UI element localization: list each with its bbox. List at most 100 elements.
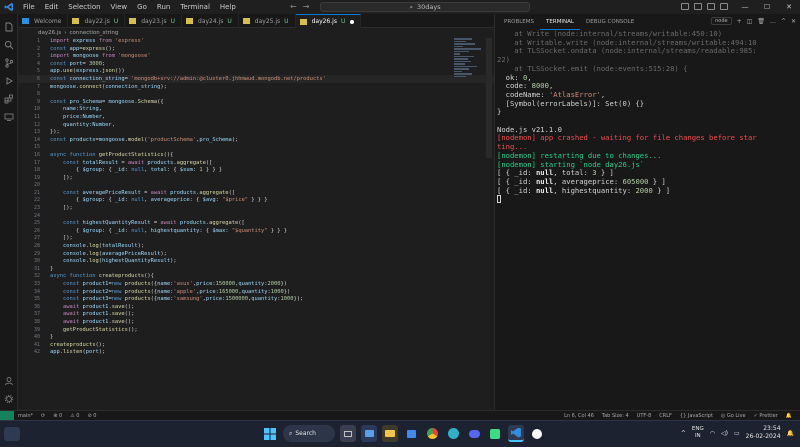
cursor-position[interactable]: Ln 6, Col 46 [560,413,598,419]
toggle-sidebar-icon[interactable] [681,3,689,10]
start-windows-icon[interactable] [262,425,278,442]
editor-scrollbar[interactable] [486,38,492,158]
extensions-icon[interactable] [4,94,14,104]
remote-explorer-icon[interactable] [4,112,14,122]
battery-icon[interactable]: ▭ [734,430,740,437]
breadcrumb-file[interactable]: day26.js [38,30,61,36]
new-terminal-icon[interactable]: + [737,18,742,25]
close-panel-icon[interactable]: ✕ [791,18,796,25]
menu-item-go[interactable]: Go [132,3,152,11]
breadcrumb-symbol[interactable]: connection_string [69,30,118,36]
menu-item-file[interactable]: File [18,3,40,11]
kill-terminal-icon[interactable]: 🗑 [757,18,765,25]
photos-app-icon[interactable] [361,425,377,442]
vscode-taskbar-icon[interactable] [508,425,524,442]
clock[interactable]: 23:54 26-02-2024 [746,425,781,441]
menu-item-view[interactable]: View [106,3,133,11]
indentation[interactable]: Tab Size: 4 [598,413,633,419]
code-token: save [111,303,125,310]
input-language[interactable]: ENG IN [692,426,704,440]
taskbar-search[interactable]: ⌕ Search [283,425,335,442]
line-number: 16 [33,151,40,158]
wifi-icon[interactable]: ◠ [710,430,715,437]
notifications-bell-icon[interactable]: 🔔 [782,413,796,419]
terminal-profile-selector[interactable]: node [711,17,732,25]
panel-tab-terminal[interactable]: TERMINAL [540,14,580,30]
run-debug-icon[interactable] [4,76,14,86]
discord-icon[interactable] [466,425,482,442]
tab-welcome[interactable]: Welcome [18,14,69,28]
split-terminal-icon[interactable]: ◫ [747,18,753,25]
close-icon[interactable]: ✕ [778,3,800,11]
tab-day22-js[interactable]: day22.js U [68,14,126,28]
maximize-panel-icon[interactable]: ^ [781,18,786,25]
code-token: null [131,197,145,204]
end-of-line[interactable]: CRLF [655,413,676,419]
code-editor[interactable]: 1 2 3 4 5 6 7 8 9 10 11 12 13 14 15 16 17 18 19 20 21 22 23 24 2… [18,38,494,410]
maximize-icon[interactable]: ☐ [756,3,778,11]
terminal-output[interactable]: at Write (node:internal/streams/writable… [497,30,797,410]
terminal-token: null [535,176,554,186]
untracked-badge: U [113,17,119,25]
manage-gear-icon[interactable] [4,394,14,404]
warnings-count[interactable]: ⚠ 0 [66,413,83,419]
go-live-button[interactable]: ◎ Go Live [717,413,750,419]
code-token: 'apple' [173,288,197,295]
microsoft-store-icon[interactable] [403,425,419,442]
menu-item-run[interactable]: Run [152,3,175,11]
android-studio-icon[interactable] [487,425,503,442]
errors-count[interactable]: ⊗ 0 [49,413,66,419]
unsaved-dot-icon[interactable] [350,19,355,24]
menu-item-terminal[interactable]: Terminal [175,3,215,11]
task-view-icon[interactable] [340,425,356,442]
code-line: mongoose.connect(connection_string); [50,84,326,92]
line-number: 9 [36,98,40,105]
tab-day23-js[interactable]: day23.js U [125,14,183,28]
edge-icon[interactable] [445,425,461,442]
menu-item-selection[interactable]: Selection [63,3,105,11]
sync-icon[interactable]: ⟳ [37,413,49,419]
tab-day26-js[interactable]: day26.js U [295,14,362,28]
ports-count[interactable]: ⊘ 0 [83,413,100,419]
notification-icon[interactable]: 🔔 [787,430,794,437]
code-token: async [50,273,70,280]
panel-tab-debug-console[interactable]: DEBUG CONSOLE [580,14,640,30]
prettier-status[interactable]: ✓ Prettier [750,413,782,419]
toggle-secondary-sidebar-icon[interactable] [707,3,715,10]
tab-day25-js[interactable]: day25.js U [239,14,296,28]
code-line: await product1.save(); [50,311,326,319]
code-token: price [205,296,223,303]
untracked-badge: U [227,17,232,25]
toggle-panel-icon[interactable] [694,3,702,10]
remote-indicator-icon[interactable] [0,410,14,421]
code-token: app [50,349,60,356]
terminal-prompt-line[interactable] [497,195,797,204]
git-branch[interactable]: main* [14,413,37,419]
explorer-icon[interactable] [4,22,14,32]
search-icon[interactable] [4,40,14,50]
customize-layout-icon[interactable] [720,3,728,10]
code-content[interactable]: import express from 'express' const app=e… [50,38,326,357]
tab-day24-js[interactable]: day24.js U [182,14,239,28]
accounts-icon[interactable] [4,376,14,386]
command-center[interactable]: ⌕ 30days [320,2,530,12]
widgets-icon[interactable] [4,427,20,441]
more-actions-icon[interactable]: … [770,18,776,25]
menu-item-edit[interactable]: Edit [40,3,64,11]
encoding[interactable]: UTF-8 [633,413,656,419]
volume-icon[interactable]: ◁) [721,430,728,437]
code-token: getProductStatistics [50,326,128,333]
chrome-icon[interactable] [424,425,440,442]
forward-arrow-icon[interactable]: → [303,2,310,11]
terminal-app-icon[interactable] [529,425,545,442]
tray-overflow-chevron-icon[interactable]: ^ [681,430,686,437]
minimize-icon[interactable]: — [734,3,756,11]
back-arrow-icon[interactable]: ← [290,2,297,11]
file-explorer-icon[interactable] [382,425,398,442]
panel-tab-problems[interactable]: PROBLEMS [498,14,540,30]
menu-item-help[interactable]: Help [215,3,241,11]
language-mode[interactable]: {} JavaScript [676,413,717,419]
source-control-icon[interactable] [4,58,14,68]
minimap[interactable] [454,38,484,98]
code-token: $max [212,227,226,234]
